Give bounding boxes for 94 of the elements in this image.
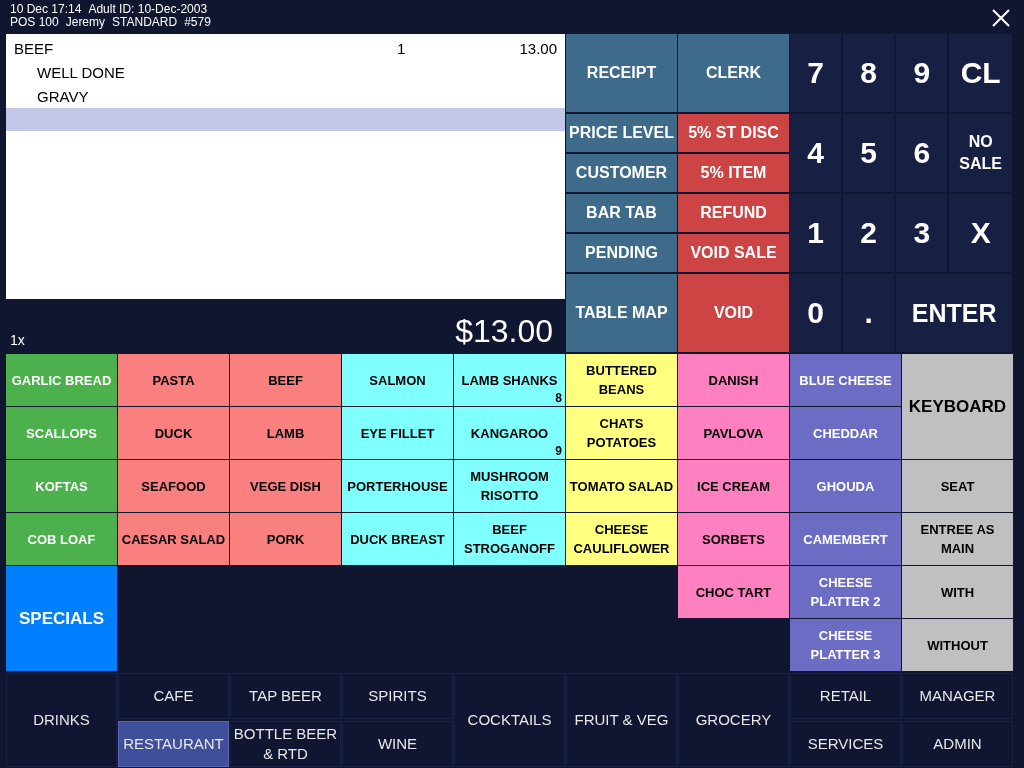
menu-item-button[interactable]: LAMB <box>230 407 341 459</box>
keypad-key[interactable]: 3 <box>896 194 948 272</box>
menu-item-button[interactable]: PAVLOVA <box>678 407 789 459</box>
menu-item-button[interactable]: CHEESE CAULIFLOWER <box>566 513 677 565</box>
order-modifier: GRAVY <box>37 87 89 105</box>
category-tab[interactable]: WINE <box>342 721 453 767</box>
category-tab[interactable]: BOTTLE BEER & RTD <box>230 721 341 767</box>
menu-item-button[interactable]: SORBETS <box>678 513 789 565</box>
function-button[interactable]: 5% ST DISC <box>678 114 789 152</box>
menu-item-button[interactable]: MUSHROOM RISOTTO <box>454 460 565 512</box>
menu-item-button[interactable]: PORK <box>230 513 341 565</box>
keypad-key[interactable]: ENTER <box>896 274 1012 352</box>
category-tab[interactable]: DRINKS <box>6 673 117 767</box>
menu-item-button[interactable]: BLUE CHEESE <box>790 354 901 406</box>
menu-item-button[interactable]: LAMB SHANKS 8 <box>454 354 565 406</box>
menu-item-button[interactable]: GHOUDA <box>790 460 901 512</box>
function-button[interactable]: 5% ITEM <box>678 154 789 192</box>
keypad-key[interactable]: 4 <box>790 114 842 192</box>
menu-item-button[interactable]: TOMATO SALAD <box>566 460 677 512</box>
category-tab[interactable]: SPIRITS <box>342 673 453 719</box>
category-tab[interactable]: COCKTAILS <box>454 673 565 767</box>
close-icon[interactable] <box>992 9 1010 27</box>
menu-item-button[interactable]: CAMEMBERT <box>790 513 901 565</box>
menu-item-button[interactable]: BUTTERED BEANS <box>566 354 677 406</box>
category-tab[interactable]: ADMIN <box>902 721 1013 767</box>
function-button[interactable]: CLERK <box>678 34 789 112</box>
menu-item-button[interactable]: BEEF STROGANOFF <box>454 513 565 565</box>
header-text: 10 Dec 17:14 <box>10 3 82 16</box>
menu-item-button[interactable]: KEYBOARD <box>902 354 1013 459</box>
quantity-multiplier: 1x <box>10 332 25 348</box>
menu-item-button[interactable]: EYE FILLET <box>342 407 453 459</box>
function-button[interactable]: BAR TAB <box>566 194 677 232</box>
order-modifier: WELL DONE <box>37 63 125 81</box>
keypad-key[interactable]: 2 <box>843 194 895 272</box>
header-text: Jeremy <box>65 16 106 29</box>
order-item-quantity: 1 <box>397 39 407 57</box>
keypad-key[interactable]: 7 <box>790 34 842 112</box>
category-tab[interactable]: FRUIT & VEG <box>566 673 677 767</box>
keypad-key[interactable]: 1 <box>790 194 842 272</box>
function-button[interactable]: RECEIPT <box>566 34 677 112</box>
menu-item-button[interactable]: WITHOUT <box>902 619 1013 671</box>
menu-item-button[interactable]: VEGE DISH <box>230 460 341 512</box>
keypad-key[interactable]: 0 <box>790 274 842 352</box>
menu-item-button[interactable]: CHATS POTATOES <box>566 407 677 459</box>
menu-item-button[interactable]: SPECIALS <box>6 566 117 671</box>
menu-item-button[interactable]: PASTA <box>118 354 229 406</box>
item-count: 8 <box>555 392 562 405</box>
keypad-key[interactable]: . <box>843 274 895 352</box>
category-tab[interactable]: RESTAURANT <box>118 721 229 767</box>
menu-item-button[interactable]: BEEF <box>230 354 341 406</box>
function-button[interactable]: CUSTOMER <box>566 154 677 192</box>
order-item-name: BEEF <box>14 39 55 57</box>
order-item-price: 13.00 <box>518 39 557 57</box>
menu-item-button[interactable]: CHOC TART <box>678 566 789 618</box>
header-text: #579 <box>184 16 211 29</box>
header-text: POS 100 <box>10 16 59 29</box>
menu-item-button[interactable]: ENTREE AS MAIN <box>902 513 1013 565</box>
header-text: STANDARD <box>112 16 178 29</box>
category-tab[interactable]: TAP BEER <box>230 673 341 719</box>
category-tab[interactable]: GROCERY <box>678 673 789 767</box>
menu-item-button[interactable]: KANGAROO 9 <box>454 407 565 459</box>
menu-item-button[interactable]: CHEESE PLATTER 3 <box>790 619 901 671</box>
category-tab[interactable]: SERVICES <box>790 721 901 767</box>
menu-item-button[interactable]: CAESAR SALAD <box>118 513 229 565</box>
function-button[interactable]: PENDING <box>566 234 677 272</box>
keypad-key[interactable]: 8 <box>843 34 895 112</box>
function-button[interactable]: PRICE LEVEL <box>566 114 677 152</box>
keypad-key[interactable]: 6 <box>896 114 948 192</box>
function-button[interactable]: REFUND <box>678 194 789 232</box>
function-button[interactable]: TABLE MAP <box>566 274 677 352</box>
menu-item-button[interactable]: SEAFOOD <box>118 460 229 512</box>
keypad-key[interactable]: 9 <box>896 34 948 112</box>
menu-item-button[interactable]: CHEESE PLATTER 2 <box>790 566 901 618</box>
menu-item-button[interactable]: DUCK BREAST <box>342 513 453 565</box>
menu-item-button[interactable]: DUCK <box>118 407 229 459</box>
menu-item-button[interactable]: WITH <box>902 566 1013 618</box>
keypad-key[interactable]: CL <box>949 34 1012 112</box>
header-text: Adult ID: 10-Dec-2003 <box>88 3 208 16</box>
category-tab[interactable]: RETAIL <box>790 673 901 719</box>
menu-item-button[interactable]: ICE CREAM <box>678 460 789 512</box>
menu-item-button[interactable]: PORTERHOUSE <box>342 460 453 512</box>
keypad-key[interactable]: X <box>949 194 1012 272</box>
function-button[interactable]: VOID SALE <box>678 234 789 272</box>
total-amount: $13.00 <box>455 313 553 350</box>
keypad-key[interactable]: 5 <box>843 114 895 192</box>
keypad-key[interactable]: NO SALE <box>949 114 1012 192</box>
menu-item-button[interactable]: SEAT <box>902 460 1013 512</box>
function-button[interactable]: VOID <box>678 274 789 352</box>
menu-item-button[interactable]: DANISH <box>678 354 789 406</box>
category-tab[interactable]: CAFE <box>118 673 229 719</box>
menu-item-button[interactable]: SALMON <box>342 354 453 406</box>
item-count: 9 <box>555 445 562 458</box>
menu-item-button[interactable]: CHEDDAR <box>790 407 901 459</box>
category-tab[interactable]: MANAGER <box>902 673 1013 719</box>
